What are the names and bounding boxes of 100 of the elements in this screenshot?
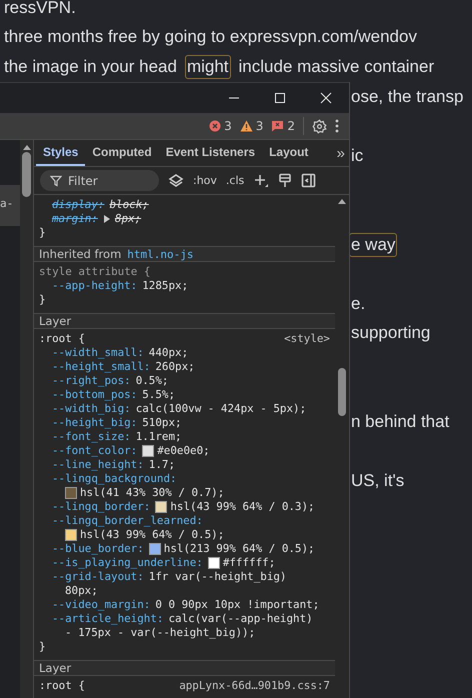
article-text: the image in your head [3,56,178,78]
css-property-value[interactable]: 1.7; [148,458,176,472]
settings-icon[interactable] [312,118,327,134]
article-text: include massive container [238,56,436,78]
scroll-thumb[interactable] [338,368,346,416]
panel-tab[interactable]: Computed [85,140,159,166]
css-property-name[interactable]: --lingq_background: [52,472,177,486]
css-selector: style attribute { [39,265,150,279]
css-property-value[interactable]: 440px; [148,346,188,360]
closing-brace: } [39,293,46,307]
element-node[interactable]: a- [0,185,20,226]
panel-tab[interactable]: Layout [262,140,316,166]
css-property-name[interactable]: --is_playing_underline: [52,556,203,570]
element-link[interactable]: html.no-js [127,248,194,260]
css-property-value[interactable]: 510px; [142,416,182,430]
css-property-value[interactable]: hsl(213 99% 64% / 0.5); [164,542,315,556]
css-property-value[interactable]: hsl(43 99% 64% / 0.5); [80,528,224,542]
css-property-value[interactable]: 5.5%; [142,388,176,402]
css-property-name[interactable]: --app-height: [52,279,138,293]
css-property-name[interactable]: display: [52,198,104,212]
css-property-value[interactable]: hsl(41 43% 30% / 0.7); [80,486,224,500]
section-label: Inherited from [39,247,122,261]
toolbar-toggle[interactable]: :hov [193,174,217,187]
paint-brush-icon[interactable] [278,172,292,188]
css-property-name[interactable]: --font_size: [52,430,131,444]
css-property-name[interactable]: --lingq_border_learned: [52,514,203,528]
css-selector: :root { [39,332,85,346]
closing-brace: } [39,226,46,240]
issue-count[interactable]: 2 [287,119,295,133]
panel-tab[interactable]: Event Listeners [158,140,262,166]
closing-brace: } [39,640,46,654]
css-property-name[interactable]: --video_margin: [52,598,150,612]
css-property-name[interactable]: --blue_border: [52,542,144,556]
toolbar-toggle[interactable]: .cls [226,174,244,187]
source-link[interactable]: <style> [284,332,330,346]
css-property-value[interactable]: block; [109,198,149,212]
more-options-icon[interactable] [335,119,339,133]
article-text: US, it's [350,470,406,492]
css-property-name[interactable]: --height_small: [52,360,150,374]
css-property-value[interactable]: 80px; [65,584,98,598]
css-property-name[interactable]: margin: [52,212,98,226]
css-property-value[interactable]: 8px; [114,212,142,226]
error-icon [209,120,222,132]
css-property-name[interactable]: --width_small: [52,346,144,360]
css-property-value[interactable]: 0.5%; [136,374,168,388]
layers-icon[interactable] [168,172,184,188]
section-label: Layer [39,314,72,328]
css-property-value[interactable]: 1285px; [142,279,188,293]
css-property-name[interactable]: --bottom_pos: [52,388,138,402]
section-label: Layer [39,661,72,675]
error-count[interactable]: 3 [224,119,232,133]
filter-icon [50,175,62,187]
css-property-name[interactable]: --width_big: [52,402,131,416]
color-swatch[interactable] [65,487,77,499]
css-selector: :root { [39,679,85,693]
article-text: e. [350,292,366,315]
scroll-thumb[interactable] [22,152,31,197]
article-text: ose, the transp [350,86,464,108]
css-property-value[interactable]: 260px; [155,360,195,374]
color-swatch[interactable] [208,557,220,569]
warning-count[interactable]: 3 [256,119,264,133]
warning-icon [240,120,253,132]
scroll-up-icon[interactable] [338,198,346,204]
more-tabs-button[interactable]: » [332,140,349,166]
css-property-value[interactable]: 0 0 90px 10px !important; [155,598,320,612]
article-text: n behind that [350,411,450,434]
css-property-value[interactable]: #ffffff; [222,556,276,570]
close-icon [320,92,332,104]
css-property-value[interactable]: 1.1rem; [136,430,182,444]
plus-icon[interactable] [253,172,270,188]
panel-tab[interactable]: Styles [36,140,86,166]
css-property-value[interactable]: 1fr var(--height_big) [148,570,286,584]
article-text: ic [350,144,364,167]
sidebar-toggle-icon[interactable] [301,173,316,188]
css-property-name[interactable]: --right_pos: [52,374,131,388]
css-property-value[interactable]: calc(100vw - 424px - 5px); [136,402,306,416]
article-text: supporting [350,322,432,344]
css-property-name[interactable]: --font_color: [52,444,138,458]
css-property-name[interactable]: --grid-layout: [52,570,144,584]
css-property-value[interactable]: - 175px - var(--height_big)); [65,626,256,640]
issue-icon [271,120,284,132]
scroll-up-icon[interactable] [22,144,30,150]
expand-triangle-icon[interactable] [102,215,111,223]
css-property-name[interactable]: --lingq_border: [52,500,150,514]
color-swatch[interactable] [142,445,154,457]
css-property-value[interactable]: calc(var(--app-height) [168,612,313,626]
color-swatch[interactable] [155,501,168,513]
filter-field[interactable]: Filter [40,170,159,191]
css-property-name[interactable]: --line_height: [52,458,144,472]
article-text: three months free by going to expressvpn.com/wendov [3,26,418,48]
css-property-name[interactable]: --article_height: [52,612,164,626]
article-text: ressVPN. [3,0,77,19]
maximize-icon [274,92,286,104]
css-property-value[interactable]: hsl(43 99% 64% / 0.3); [170,500,315,514]
css-property-name[interactable]: --height_big: [52,416,138,430]
highlighted-word[interactable]: might [184,54,231,79]
color-swatch[interactable] [148,543,161,555]
source-link[interactable]: appLynx-66d…901b9.css:7 [179,679,330,693]
color-swatch[interactable] [65,529,77,541]
css-property-value[interactable]: #e0e0e0; [157,444,210,458]
